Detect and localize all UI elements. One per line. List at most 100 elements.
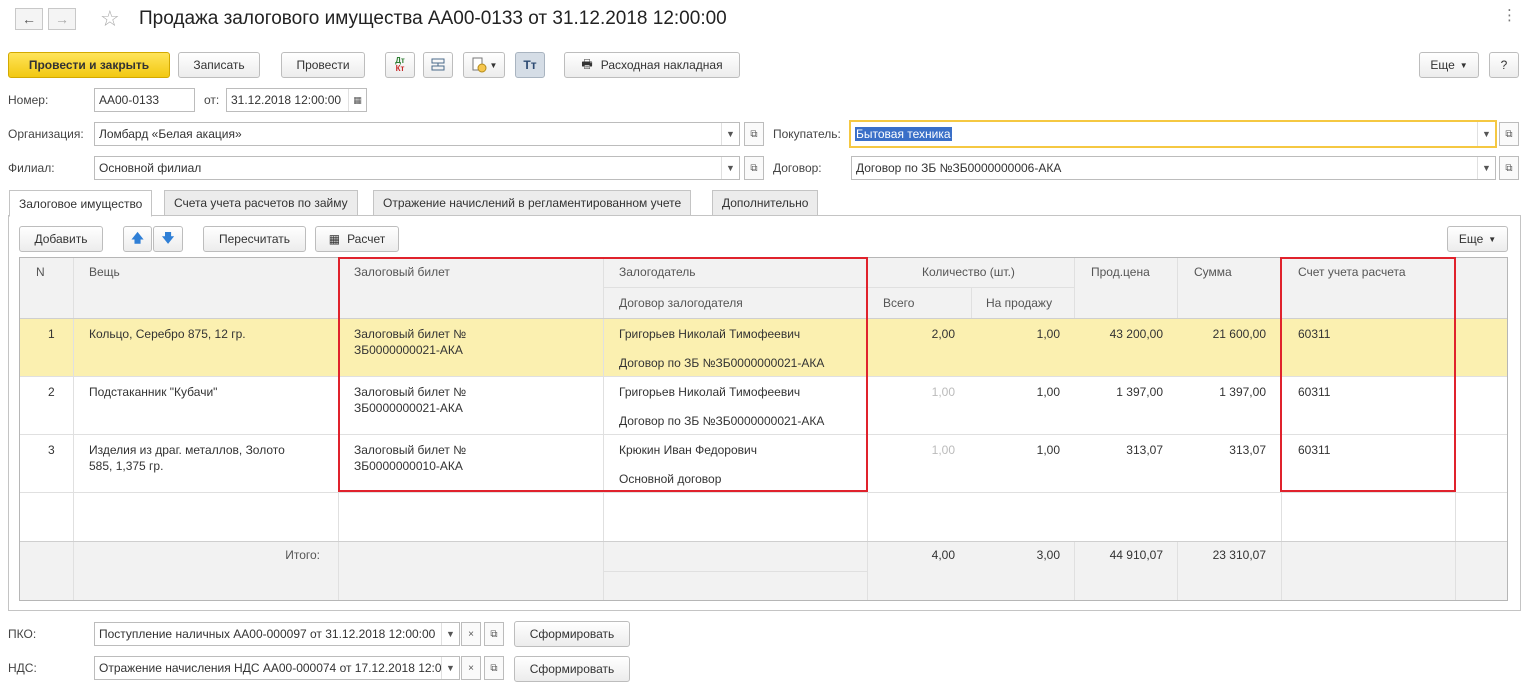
row-2-price[interactable]: 1 397,00 [1080, 384, 1163, 400]
organization-field[interactable]: Ломбард «Белая акация» ▼ [94, 122, 740, 146]
dropdown-icon[interactable]: ▼ [721, 123, 739, 145]
generate-nds-button[interactable]: Сформировать [514, 656, 630, 682]
row-1-sum[interactable]: 21 600,00 [1183, 326, 1266, 342]
print-menu-button[interactable]: ▼ [463, 52, 505, 78]
totals-label: Итого: [285, 548, 320, 562]
dropdown-icon[interactable]: ▼ [1477, 157, 1495, 179]
number-value: АА00-0133 [99, 93, 160, 107]
open-branch-icon[interactable]: ⧉ [744, 156, 764, 180]
back-button[interactable]: ← [15, 8, 43, 30]
number-field[interactable]: АА00-0133 [94, 88, 195, 112]
clear-pko-icon[interactable]: × [461, 622, 481, 646]
open-nds-icon[interactable]: ⧉ [484, 656, 504, 680]
chevron-down-icon: ▼ [1459, 60, 1468, 70]
table-more-label: Еще [1458, 232, 1484, 246]
open-pko-icon[interactable]: ⧉ [484, 622, 504, 646]
row-3-n: 3 [48, 443, 55, 457]
col-header-qty[interactable]: Количество (шт.) [922, 264, 1015, 280]
tab-regulated-accounting[interactable]: Отражение начислений в регламентированно… [373, 190, 692, 216]
post-and-close-button[interactable]: Провести и закрыть [8, 52, 170, 78]
dropdown-icon[interactable]: ▼ [441, 657, 459, 679]
structure-icon [431, 58, 445, 71]
row-2-sum[interactable]: 1 397,00 [1183, 384, 1266, 400]
expense-invoice-button[interactable]: 🖶 Расходная накладная [564, 52, 740, 78]
table-more-button[interactable]: Еще ▼ [1447, 226, 1508, 252]
col-header-sum[interactable]: Сумма [1194, 264, 1232, 280]
pko-field[interactable]: Поступление наличных АА00-000097 от 31.1… [94, 622, 460, 646]
organization-label: Организация: [8, 127, 84, 141]
clear-nds-icon[interactable]: × [461, 656, 481, 680]
calculation-button[interactable]: ▦ Расчет [315, 226, 399, 252]
date-field[interactable]: 31.12.2018 12:00:00 ▦ [226, 88, 367, 112]
more-menu-icon[interactable]: ⋮ [1502, 6, 1517, 24]
favorite-star-icon[interactable]: ☆ [100, 6, 120, 32]
col-header-qty-total[interactable]: Всего [883, 295, 914, 311]
tab-loan-accounts[interactable]: Счета учета расчетов по займу [164, 190, 358, 216]
totals-qty-total: 4,00 [931, 548, 955, 562]
pko-label: ПКО: [8, 627, 37, 641]
more-button[interactable]: Еще ▼ [1419, 52, 1479, 78]
number-label: Номер: [8, 93, 49, 107]
row-2-qty-total[interactable]: 1,00 [880, 384, 955, 400]
totals-qty-sale: 3,00 [1036, 548, 1060, 562]
font-toggle-button[interactable]: Tт [515, 52, 545, 78]
branch-field[interactable]: Основной филиал ▼ [94, 156, 740, 180]
generate-pko-button[interactable]: Сформировать [514, 621, 630, 647]
annotation-box-ticket-pledger [338, 257, 868, 492]
row-1-item[interactable]: Кольцо, Серебро 875, 12 гр. [89, 326, 246, 342]
row-3-price[interactable]: 313,07 [1080, 442, 1163, 458]
printer-icon: 🖶 [581, 56, 593, 71]
forward-button[interactable]: → [48, 8, 76, 30]
move-up-button[interactable]: 🡅 [123, 226, 152, 252]
row-2-n: 2 [48, 385, 55, 399]
buyer-field[interactable]: Бытовая техника ▼ [849, 120, 1497, 148]
dropdown-icon[interactable]: ▼ [441, 623, 459, 645]
pko-value: Поступление наличных АА00-000097 от 31.1… [99, 627, 436, 641]
row-1-qty-total[interactable]: 2,00 [880, 326, 955, 342]
row-1-qty-sale[interactable]: 1,00 [980, 326, 1060, 342]
calendar-icon[interactable]: ▦ [348, 89, 366, 111]
branch-label: Филиал: [8, 161, 55, 175]
row-3-sum[interactable]: 313,07 [1183, 442, 1266, 458]
row-3-qty-sale[interactable]: 1,00 [980, 442, 1060, 458]
recalculate-button[interactable]: Пересчитать [203, 226, 306, 252]
row-3-qty-total[interactable]: 1,00 [880, 442, 955, 458]
row-2-qty-sale[interactable]: 1,00 [980, 384, 1060, 400]
row-1-price[interactable]: 43 200,00 [1080, 326, 1163, 342]
contract-field[interactable]: Договор по ЗБ №ЗБ0000000006-АКА ▼ [851, 156, 1496, 180]
col-header-price[interactable]: Прод.цена [1091, 264, 1150, 280]
dropdown-icon[interactable]: ▼ [721, 157, 739, 179]
dropdown-icon[interactable]: ▼ [1477, 122, 1495, 146]
tab-pledged-property[interactable]: Залоговое имущество [9, 190, 153, 217]
open-buyer-icon[interactable]: ⧉ [1499, 122, 1519, 146]
nds-label: НДС: [8, 661, 37, 675]
col-header-item[interactable]: Вещь [89, 264, 120, 280]
organization-value: Ломбард «Белая акация» [99, 127, 242, 141]
arrow-right-icon: → [55, 11, 69, 27]
tab-additional[interactable]: Дополнительно [712, 190, 819, 216]
annotation-box-account [1280, 257, 1456, 492]
buyer-label: Покупатель: [773, 127, 841, 141]
open-contract-icon[interactable]: ⧉ [1499, 156, 1519, 180]
dtkt-button[interactable]: Дт Кт [385, 52, 415, 78]
open-organization-icon[interactable]: ⧉ [744, 122, 764, 146]
calculation-label: Расчет [347, 232, 386, 246]
nds-value: Отражение начисления НДС АА00-000074 от … [99, 661, 441, 675]
buyer-value: Бытовая техника [855, 127, 952, 141]
row-3-item-line2[interactable]: 585, 1,375 гр. [89, 458, 163, 474]
chevron-down-icon: ▼ [1488, 234, 1497, 244]
move-down-button[interactable]: 🡇 [153, 226, 183, 252]
branch-value: Основной филиал [99, 161, 202, 175]
add-row-button[interactable]: Добавить [19, 226, 103, 252]
col-header-n[interactable]: N [36, 264, 45, 280]
totals-sum: 23 310,07 [1212, 548, 1266, 562]
help-button[interactable]: ? [1489, 52, 1519, 78]
nds-field[interactable]: Отражение начисления НДС АА00-000074 от … [94, 656, 460, 680]
save-button[interactable]: Записать [178, 52, 260, 78]
structure-button[interactable] [423, 52, 453, 78]
post-button[interactable]: Провести [281, 52, 365, 78]
more-label: Еще [1430, 58, 1455, 72]
row-2-item[interactable]: Подстаканник "Кубачи" [89, 384, 217, 400]
row-3-item-line1[interactable]: Изделия из драг. металлов, Золото [89, 442, 285, 458]
col-header-qty-sale[interactable]: На продажу [986, 295, 1052, 311]
